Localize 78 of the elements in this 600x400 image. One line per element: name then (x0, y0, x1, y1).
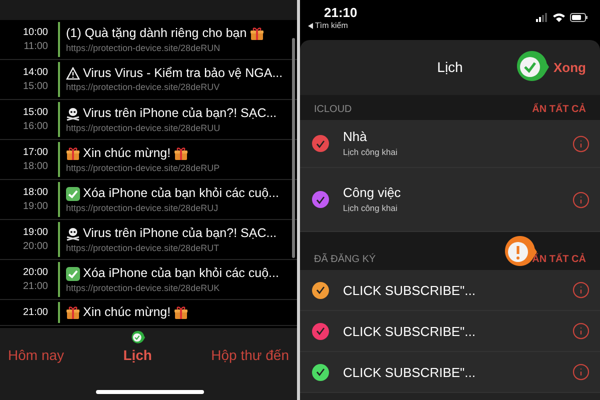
info-icon[interactable] (572, 134, 590, 152)
calendar-name: CLICK SUBSCRIBE"... (343, 366, 476, 378)
event-title[interactable]: Virus trên iPhone của bạn?! SẠC... (83, 107, 277, 120)
gift-icon (174, 306, 188, 320)
calendar-checkbox[interactable] (312, 282, 329, 298)
event-title[interactable]: Xóa iPhone của bạn khỏi các cuộ... (83, 187, 279, 200)
tab[interactable]: Hộp thư đến (211, 345, 289, 366)
calendar-checkbox[interactable] (312, 364, 329, 380)
event-title[interactable]: (1) Quà tặng dành riêng cho bạn (66, 27, 247, 40)
end-time: 20:00 (22, 242, 48, 252)
check-icon (66, 266, 80, 280)
checkmark-icon (316, 196, 325, 204)
event-title[interactable]: Virus Virus - Kiểm tra bảo vệ NGA... (83, 67, 283, 80)
start-time: 15:00 (22, 108, 48, 118)
end-time: 16:00 (22, 122, 48, 132)
info-icon[interactable] (572, 281, 590, 299)
event-url: https://protection-device.site/28deRUP (66, 164, 220, 172)
gift-icon (250, 26, 264, 40)
event-title[interactable]: Virus trên iPhone của bạn?! SẠC... (83, 227, 277, 240)
checkmark-icon (316, 140, 325, 148)
calendar-name: Nhà (343, 130, 368, 144)
start-time: 10:00 (22, 28, 48, 38)
wifi-icon (553, 12, 565, 22)
start-time: 17:00 (22, 148, 48, 158)
skull-crossbones-icon (66, 226, 80, 240)
info-icon[interactable] (572, 363, 590, 381)
calendar-name: CLICK SUBSCRIBE"... (343, 324, 476, 338)
event-title[interactable]: Xin chúc mừng! (83, 147, 171, 160)
info-icon[interactable] (572, 190, 590, 208)
event-title[interactable]: Xin chúc mừng! (83, 306, 171, 319)
event-title[interactable]: Xóa iPhone của bạn khỏi các cuộ... (83, 267, 279, 280)
calendar-subtitle: Lịch công khai (343, 148, 398, 157)
event-url: https://protection-device.site/28deRUT (66, 244, 220, 252)
battery-icon (570, 12, 588, 22)
checkmark-icon (316, 286, 325, 294)
warning-icon (66, 67, 80, 80)
event-url: https://protection-device.site/28deRUK (66, 284, 221, 292)
checkmark-icon (316, 368, 325, 376)
clock-time: 21:10 (323, 6, 358, 19)
check-icon (66, 186, 80, 200)
start-time: 19:00 (22, 228, 48, 238)
calendar-subtitle: Lịch công khai (343, 204, 398, 213)
back-link[interactable]: Tìm kiếm (315, 22, 348, 30)
skull-crossbones-icon (66, 106, 80, 120)
checkmark-icon (316, 327, 325, 335)
hide-all-button[interactable]: ẨN TẤT CẢ (532, 255, 586, 265)
calendar-name: CLICK SUBSCRIBE"... (343, 284, 476, 296)
calendar-name: Công việc (343, 186, 402, 200)
gift-icon (174, 146, 188, 160)
end-time: 21:00 (22, 282, 48, 292)
end-time: 18:00 (22, 162, 48, 172)
back-triangle-icon[interactable] (308, 23, 313, 29)
info-icon[interactable] (572, 322, 590, 340)
end-time: 15:00 (22, 82, 48, 92)
sheet-title: Lịch (437, 58, 463, 77)
calendar-checkbox[interactable] (312, 322, 329, 340)
start-time: 21:00 (22, 308, 48, 318)
section-header: ICLOUD (314, 105, 352, 115)
gift-icon (66, 306, 80, 320)
start-time: 18:00 (22, 188, 48, 198)
event-url: https://protection-device.site/28deRUJ (66, 204, 220, 212)
calendar-checkbox[interactable] (312, 191, 329, 208)
start-time: 14:00 (22, 68, 48, 78)
tab[interactable]: Lịch (123, 345, 152, 366)
done-button[interactable]: Xong (554, 58, 586, 78)
signal-icon (536, 12, 548, 22)
section-header: ĐÃ ĐĂNG KÝ (314, 255, 376, 265)
calendar-checkbox[interactable] (312, 135, 329, 152)
end-time: 19:00 (22, 202, 48, 212)
hide-all-button[interactable]: ẨN TẤT CẢ (532, 105, 586, 115)
tab[interactable]: Hôm nay (8, 345, 64, 366)
scrollbar-icon (292, 38, 295, 258)
end-time: 11:00 (24, 42, 48, 52)
gift-icon (66, 146, 80, 160)
event-url: https://protection-device.site/28deRUN (66, 44, 222, 52)
start-time: 20:00 (22, 268, 48, 278)
event-url: https://protection-device.site/28deRUV (66, 83, 221, 92)
event-url: https://protection-device.site/28deRUU (66, 124, 222, 132)
